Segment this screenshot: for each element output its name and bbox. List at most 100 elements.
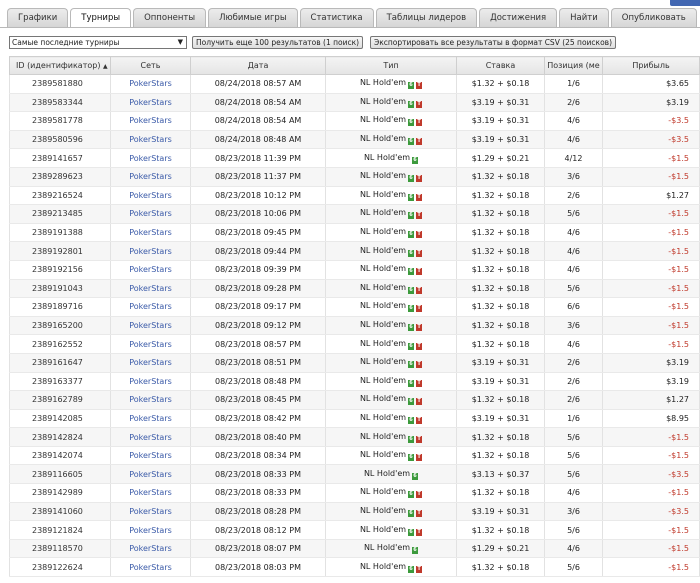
- table-row[interactable]: 2389580596 PokerStars 08/24/2018 08:48 AM N…: [9, 130, 700, 150]
- header-date[interactable]: Дата: [190, 56, 326, 75]
- cell-type: NL Hold'em 6 T: [325, 279, 457, 299]
- cell-position: 2/6: [544, 353, 603, 373]
- cell-site-link[interactable]: PokerStars: [110, 502, 191, 522]
- cell-site-link[interactable]: PokerStars: [110, 409, 191, 429]
- table-row[interactable]: 2389122624 PokerStars 08/23/2018 08:03 PM N…: [9, 557, 700, 578]
- cell-type: NL Hold'em 6 T: [325, 502, 457, 522]
- cell-site-link[interactable]: PokerStars: [110, 297, 191, 317]
- table-row[interactable]: 2389165200 PokerStars 08/23/2018 09:12 PM N…: [9, 316, 700, 336]
- table-row[interactable]: 2389118570 PokerStars 08/23/2018 08:07 PM N…: [9, 539, 700, 559]
- header-site[interactable]: Сеть: [110, 56, 191, 75]
- game-speed-icon: 6: [408, 268, 415, 276]
- header-profit[interactable]: Прибыль: [602, 56, 700, 75]
- tab-statistics[interactable]: Статистика: [299, 8, 374, 27]
- cell-site-link[interactable]: PokerStars: [110, 390, 191, 410]
- cell-site-link[interactable]: PokerStars: [110, 148, 191, 168]
- table-row[interactable]: 2389142824 PokerStars 08/23/2018 08:40 PM N…: [9, 427, 700, 447]
- cell-date: 08/23/2018 09:28 PM: [190, 279, 326, 299]
- cell-id: 2389163377: [9, 372, 111, 392]
- export-csv-button[interactable]: Экспортировать все результаты в формат C…: [370, 36, 617, 49]
- game-speed-icon: 6: [408, 398, 415, 406]
- cell-site-link[interactable]: PokerStars: [110, 260, 191, 280]
- cell-site-link[interactable]: PokerStars: [110, 353, 191, 373]
- cell-id: 2389165200: [9, 316, 111, 336]
- filter-select[interactable]: Самые последние турниры ▼: [9, 36, 187, 49]
- tab-opponents[interactable]: Оппоненты: [133, 8, 207, 27]
- controls-bar: Самые последние турниры ▼ Получить еще 1…: [9, 36, 699, 49]
- cell-site-link[interactable]: PokerStars: [110, 279, 191, 299]
- table-row[interactable]: 2389583344 PokerStars 08/24/2018 08:54 AM N…: [9, 93, 700, 113]
- game-type-label: NL Hold'em: [359, 412, 407, 422]
- cell-id: 2389142074: [9, 446, 111, 466]
- table-row[interactable]: 2389163377 PokerStars 08/23/2018 08:48 PM N…: [9, 372, 700, 392]
- tab-achievements[interactable]: Достижения: [479, 8, 558, 27]
- turbo-icon: T: [416, 342, 423, 350]
- cell-site-link[interactable]: PokerStars: [110, 167, 191, 187]
- cell-type: NL Hold'em 6 T: [325, 334, 457, 354]
- table-row[interactable]: 2389581778 PokerStars 08/24/2018 08:54 AM N…: [9, 111, 700, 131]
- table-row[interactable]: 2389116605 PokerStars 08/23/2018 08:33 PM N…: [9, 464, 700, 485]
- cell-site-link[interactable]: PokerStars: [110, 557, 191, 578]
- cell-site-link[interactable]: PokerStars: [110, 241, 191, 261]
- table-row[interactable]: 2389141060 PokerStars 08/23/2018 08:28 PM N…: [9, 502, 700, 522]
- tab-leaderboards[interactable]: Таблицы лидеров: [375, 8, 478, 27]
- cell-site-link[interactable]: PokerStars: [110, 520, 191, 540]
- game-type-label: NL Hold'em: [359, 450, 407, 460]
- cell-site-link[interactable]: PokerStars: [110, 427, 191, 447]
- table-row[interactable]: 2389161647 PokerStars 08/23/2018 08:51 PM N…: [9, 353, 700, 373]
- cell-site-link[interactable]: PokerStars: [110, 464, 191, 485]
- game-type-label: NL Hold'em: [363, 152, 411, 162]
- cell-profit: -$3.5: [602, 464, 700, 485]
- tab-find[interactable]: Найти: [559, 8, 609, 27]
- table-row[interactable]: 2389142085 PokerStars 08/23/2018 08:42 PM N…: [9, 409, 700, 429]
- get-more-results-button[interactable]: Получить еще 100 результатов (1 поиск): [192, 36, 364, 49]
- table-row[interactable]: 2389213485 PokerStars 08/23/2018 10:06 PM N…: [9, 204, 700, 224]
- cell-site-link[interactable]: PokerStars: [110, 372, 191, 392]
- cell-site-link[interactable]: PokerStars: [110, 316, 191, 336]
- header-stake[interactable]: Ставка: [456, 56, 545, 75]
- cell-site-link[interactable]: PokerStars: [110, 483, 191, 503]
- turbo-icon: T: [416, 175, 423, 183]
- header-type[interactable]: Тип: [325, 56, 457, 75]
- header-position[interactable]: Позиция (ме: [544, 56, 603, 75]
- cell-site-link[interactable]: PokerStars: [110, 223, 191, 243]
- table-row[interactable]: 2389162789 PokerStars 08/23/2018 08:45 PM N…: [9, 390, 700, 410]
- table-row[interactable]: 2389189716 PokerStars 08/23/2018 09:17 PM N…: [9, 297, 700, 317]
- cell-site-link[interactable]: PokerStars: [110, 334, 191, 354]
- game-type-label: NL Hold'em: [359, 245, 407, 255]
- cell-site-link[interactable]: PokerStars: [110, 204, 191, 224]
- cell-position: 4/6: [544, 111, 603, 131]
- cell-site-link[interactable]: PokerStars: [110, 130, 191, 150]
- table-row[interactable]: 2389142074 PokerStars 08/23/2018 08:34 PM N…: [9, 446, 700, 466]
- table-row[interactable]: 2389289623 PokerStars 08/23/2018 11:37 PM N…: [9, 167, 700, 187]
- cell-site-link[interactable]: PokerStars: [110, 111, 191, 131]
- cell-site-link[interactable]: PokerStars: [110, 186, 191, 206]
- cell-profit: -$1.5: [602, 148, 700, 168]
- table-row[interactable]: 2389581880 PokerStars 08/24/2018 08:57 AM N…: [9, 74, 700, 94]
- cell-site-link[interactable]: PokerStars: [110, 446, 191, 466]
- tab-publish[interactable]: Опубликовать: [610, 8, 697, 27]
- facebook-share-button[interactable]: [670, 0, 700, 6]
- turbo-icon: T: [416, 286, 423, 294]
- table-row[interactable]: 2389192801 PokerStars 08/23/2018 09:44 PM N…: [9, 241, 700, 261]
- table-row[interactable]: 2389162552 PokerStars 08/23/2018 08:57 PM N…: [9, 334, 700, 354]
- game-type-label: NL Hold'em: [359, 561, 407, 571]
- turbo-icon: T: [416, 509, 423, 517]
- tab-tournaments[interactable]: Турниры: [70, 8, 132, 28]
- table-row[interactable]: 2389191043 PokerStars 08/23/2018 09:28 PM N…: [9, 279, 700, 299]
- table-row[interactable]: 2389216524 PokerStars 08/23/2018 10:12 PM N…: [9, 186, 700, 206]
- table-row[interactable]: 2389121824 PokerStars 08/23/2018 08:12 PM N…: [9, 520, 700, 540]
- cell-site-link[interactable]: PokerStars: [110, 93, 191, 113]
- table-row[interactable]: 2389192156 PokerStars 08/23/2018 09:39 PM N…: [9, 260, 700, 280]
- table-row[interactable]: 2389142989 PokerStars 08/23/2018 08:33 PM N…: [9, 483, 700, 503]
- table-row[interactable]: 2389141657 PokerStars 08/23/2018 11:39 PM N…: [9, 148, 700, 168]
- tab-charts[interactable]: Графики: [7, 8, 69, 27]
- cell-position: 4/6: [544, 334, 603, 354]
- table-row[interactable]: 2389191388 PokerStars 08/23/2018 09:45 PM N…: [9, 223, 700, 243]
- header-id[interactable]: ID (идентификатор) ▲: [9, 56, 111, 75]
- tab-favorite-games[interactable]: Любимые игры: [208, 8, 298, 27]
- cell-site-link[interactable]: PokerStars: [110, 74, 191, 94]
- cell-id: 2389141060: [9, 502, 111, 522]
- cell-site-link[interactable]: PokerStars: [110, 539, 191, 559]
- cell-type: NL Hold'em 6 T: [325, 372, 457, 392]
